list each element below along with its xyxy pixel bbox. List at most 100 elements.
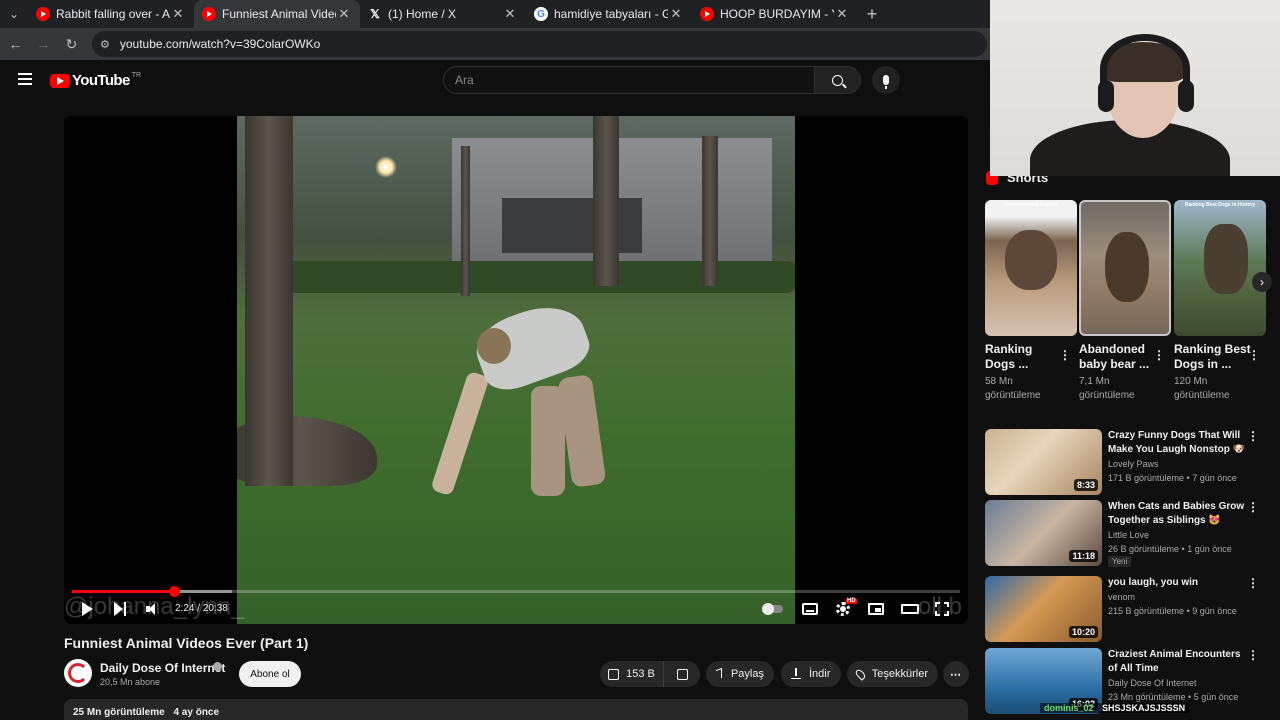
voice-search-button[interactable] [872, 66, 900, 94]
video-duration: 10:20 [1068, 626, 1098, 638]
video-title[interactable]: Craziest Animal Encounters of All Time [1108, 648, 1248, 676]
play-icon[interactable] [82, 602, 93, 616]
recommended-video[interactable]: 8:33 Crazy Funny Dogs That Will Make You… [985, 429, 1275, 497]
upload-age: 4 ay önce [173, 707, 220, 718]
recommended-video[interactable]: 10:20 you laugh, you win venom 215 B gör… [985, 576, 1275, 644]
browser-tab[interactable]: 𝕏 (1) Home / X ✕ [360, 0, 526, 28]
close-tab-icon[interactable]: ✕ [170, 6, 186, 22]
channel-avatar[interactable] [64, 659, 92, 687]
short-title[interactable]: Ranking Dogs ... [985, 342, 1063, 372]
short-card[interactable]: Abandoned baby bear ... 7,1 Mn görüntüle… [1079, 200, 1171, 403]
autoplay-toggle[interactable] [762, 603, 783, 615]
youtube-icon [700, 7, 714, 21]
chevron-right-icon[interactable]: › [1252, 272, 1272, 292]
next-video-icon[interactable] [114, 602, 128, 616]
new-badge: Yeni [1108, 556, 1132, 567]
video-player[interactable]: @johanna_lynn_ oll.b 2:24 / 20:38 HD [64, 116, 968, 624]
super-thanks-icon [854, 667, 867, 681]
video-meta: 215 B görüntüleme • 9 gün önce [1108, 606, 1237, 616]
download-button[interactable]: İndir [781, 661, 841, 687]
forward-arrow-icon[interactable]: → [31, 36, 56, 52]
subscriber-count: 20,5 Mn abone [100, 677, 161, 687]
tab-title: Rabbit falling over - ASMR fail [56, 7, 170, 21]
subscribe-button[interactable]: Abone ol [239, 661, 301, 687]
theater-mode-icon[interactable] [901, 604, 919, 614]
channel-name[interactable]: Daily Dose Of Internet [1108, 678, 1197, 688]
short-thumbnail[interactable]: Ranking Best Dogs in History [1174, 200, 1266, 336]
youtube-play-logo-icon [50, 73, 70, 88]
share-label: Paylaş [730, 668, 764, 680]
volume-icon[interactable] [146, 603, 158, 615]
short-thumbnail[interactable] [1079, 200, 1171, 336]
more-vertical-icon[interactable]: ⋮ [1153, 348, 1165, 362]
close-tab-icon[interactable]: ✕ [834, 6, 850, 22]
share-arrow-icon [716, 667, 722, 681]
share-button[interactable]: Paylaş [706, 661, 774, 687]
back-arrow-icon[interactable]: ← [3, 36, 28, 52]
more-vertical-icon[interactable]: ⋮ [1059, 348, 1071, 362]
short-title[interactable]: Abandoned baby bear ... [1079, 342, 1157, 372]
video-meta: 23 Mn görüntüleme • 5 gün önce [1108, 692, 1239, 702]
channel-name[interactable]: venom [1108, 592, 1135, 602]
youtube-icon [36, 7, 50, 21]
close-tab-icon[interactable]: ✕ [668, 6, 684, 22]
subtitles-icon[interactable] [802, 603, 818, 615]
miniplayer-icon[interactable] [868, 603, 884, 615]
short-title[interactable]: Ranking Best Dogs in ... [1174, 342, 1252, 372]
tab-title: (1) Home / X [388, 7, 457, 21]
new-tab-plus-icon[interactable]: + [858, 4, 886, 25]
more-vertical-icon[interactable]: ⋮ [1247, 648, 1259, 662]
short-card[interactable]: Understanding English Ranking Dogs ... 5… [985, 200, 1077, 403]
progress-bar[interactable] [72, 586, 960, 597]
site-info-icon[interactable]: ⚙ [100, 38, 110, 51]
like-button[interactable]: 153 B [600, 661, 664, 687]
dislike-button[interactable] [664, 661, 700, 687]
short-thumbnail[interactable]: Understanding English [985, 200, 1077, 336]
video-frame[interactable] [237, 116, 795, 624]
time-total: 20:38 [202, 603, 228, 614]
view-count: 25 Mn görüntüleme [73, 707, 165, 718]
video-title[interactable]: When Cats and Babies Grow Together as Si… [1108, 500, 1248, 528]
scene-tree [702, 136, 718, 286]
more-vertical-icon[interactable]: ⋮ [1247, 500, 1259, 514]
browser-tab[interactable]: G hamidiye tabyaları - Google'da ✕ [526, 0, 692, 28]
short-card[interactable]: Ranking Best Dogs in History Ranking Bes… [1174, 200, 1266, 403]
recommended-video[interactable]: 11:18 When Cats and Babies Grow Together… [985, 500, 1275, 568]
download-label: İndir [809, 668, 831, 680]
video-meta: 26 B görüntüleme • 1 gün önce [1108, 544, 1232, 554]
short-views: 7,1 Mn görüntüleme [1079, 376, 1135, 401]
stream-chat-overlay: dominis_02 SHSJSKAJSJSSSN [1040, 703, 1190, 713]
tab-title: hamidiye tabyaları - Google'da [554, 7, 668, 21]
search-button[interactable] [814, 67, 860, 93]
youtube-logo[interactable]: YouTube TR [50, 72, 141, 89]
more-actions-button[interactable]: ⋯ [943, 661, 969, 687]
browser-tab[interactable]: Rabbit falling over - ASMR fail ✕ [28, 0, 194, 28]
video-thumbnail[interactable]: 10:20 [985, 576, 1102, 642]
close-tab-icon[interactable]: ✕ [502, 6, 518, 22]
close-tab-icon[interactable]: ✕ [336, 6, 352, 22]
fullscreen-icon[interactable] [935, 602, 949, 616]
settings-gear-icon[interactable] [836, 602, 850, 616]
thumb-subject [1005, 230, 1057, 290]
thanks-button[interactable]: Teşekkürler [847, 661, 938, 687]
more-vertical-icon[interactable]: ⋮ [1247, 576, 1259, 590]
youtube-icon [202, 7, 216, 21]
video-thumbnail[interactable]: 8:33 [985, 429, 1102, 495]
video-title[interactable]: you laugh, you win [1108, 576, 1248, 590]
more-vertical-icon[interactable]: ⋮ [1248, 348, 1260, 362]
browser-tab[interactable]: HOOP BURDAYIM - YouTube ✕ [692, 0, 858, 28]
video-thumbnail[interactable]: 11:18 [985, 500, 1102, 566]
menu-hamburger-icon[interactable] [18, 73, 32, 85]
short-views: 58 Mn görüntüleme [985, 376, 1041, 401]
more-vertical-icon[interactable]: ⋮ [1247, 429, 1259, 443]
reload-icon[interactable]: ↻ [59, 36, 84, 53]
channel-name[interactable]: Little Love [1108, 530, 1149, 540]
browser-tab-active[interactable]: Funniest Animal Videos Ever (P ✕ [194, 0, 360, 28]
channel-name[interactable]: Daily Dose Of Internet [100, 661, 225, 675]
tab-search-chevron-icon[interactable]: ⌄ [0, 0, 28, 28]
description-box[interactable]: 25 Mn görüntüleme 4 ay önce [64, 699, 968, 720]
video-title[interactable]: Crazy Funny Dogs That Will Make You Laug… [1108, 429, 1248, 457]
address-bar[interactable]: ⚙ youtube.com/watch?v=39ColarOWKo [92, 31, 987, 57]
search-input[interactable] [444, 67, 814, 93]
channel-name[interactable]: Lovely Paws [1108, 459, 1159, 469]
